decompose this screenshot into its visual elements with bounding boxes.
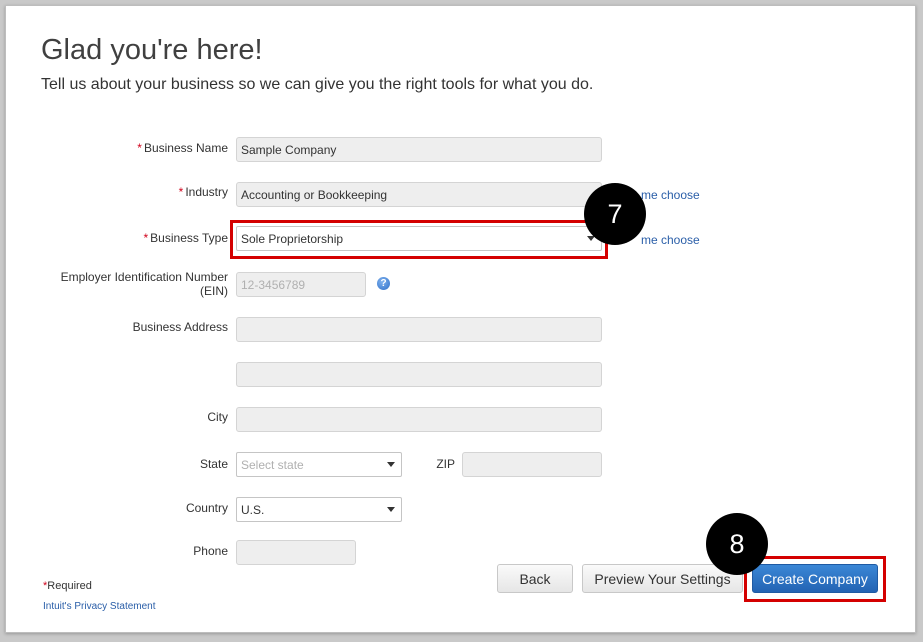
zip-field[interactable] <box>462 452 602 477</box>
required-asterisk: * <box>137 141 142 155</box>
business-type-label: * Business Type <box>143 231 229 245</box>
country-select[interactable]: U.S. <box>236 497 402 522</box>
step-8-highlight <box>744 556 886 602</box>
chevron-down-icon <box>387 507 395 512</box>
industry-field[interactable]: Accounting or Bookkeeping <box>236 182 602 207</box>
business-name-field[interactable]: Sample Company <box>236 137 602 162</box>
state-label: State <box>199 457 228 471</box>
chevron-down-icon <box>387 462 395 467</box>
industry-label: * Industry <box>178 185 228 199</box>
ein-label: Employer Identification Number (EIN) <box>60 270 228 298</box>
page-title: Glad you're here! <box>41 34 263 66</box>
required-note: *Required <box>43 580 92 592</box>
back-button[interactable]: Back <box>497 564 573 593</box>
city-field[interactable] <box>236 407 602 432</box>
industry-help-link[interactable]: me choose <box>641 188 700 202</box>
address-line1-field[interactable] <box>236 317 602 342</box>
business-name-label: * Business Name <box>137 141 228 155</box>
zip-label: ZIP <box>436 457 455 471</box>
phone-field[interactable] <box>236 540 356 565</box>
ein-field[interactable]: 12-3456789 <box>236 272 366 297</box>
required-asterisk: * <box>143 231 149 245</box>
phone-label: Phone <box>193 544 228 558</box>
step-7-badge: 7 <box>584 183 646 245</box>
question-mark-icon[interactable]: ? <box>377 277 390 290</box>
page-subtitle: Tell us about your business so we can gi… <box>41 76 594 93</box>
step-7-highlight <box>230 220 608 259</box>
city-label: City <box>207 410 228 424</box>
required-asterisk: * <box>178 185 184 199</box>
address-line2-field[interactable] <box>236 362 602 387</box>
privacy-statement-link[interactable]: Intuit's Privacy Statement <box>43 601 156 612</box>
state-select[interactable]: Select state <box>236 452 402 477</box>
business-type-help-link[interactable]: me choose <box>641 233 700 247</box>
business-address-label: Business Address <box>132 320 228 334</box>
step-8-badge: 8 <box>706 513 768 575</box>
country-label: Country <box>185 501 228 515</box>
